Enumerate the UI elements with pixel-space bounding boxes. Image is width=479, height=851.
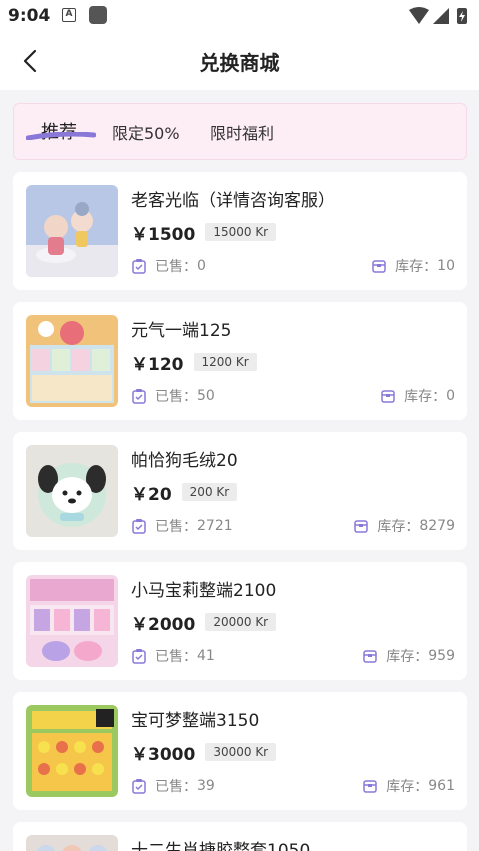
stock-value: 959: [428, 648, 455, 664]
product-name: 宝可梦整端3150: [131, 711, 260, 731]
sold-count: 已售： 0: [131, 256, 206, 276]
product-card[interactable]: 宝可梦整端3150 ￥3000 30000 Kr 已售： 39 库存： 961: [13, 692, 467, 810]
product-card[interactable]: 小马宝莉整端2100 ￥2000 20000 Kr 已售： 41 库存： 959: [13, 562, 467, 680]
stock-label: 库存：: [377, 519, 420, 535]
status-time: 9:04: [8, 6, 51, 26]
stock-count: 库存： 0: [380, 386, 455, 406]
nav-bar: 兑换商城: [0, 32, 479, 90]
stock-icon: [354, 520, 369, 533]
app-square-icon: [89, 6, 107, 24]
kr-badge: 15000 Kr: [205, 223, 277, 241]
kr-badge: 200 Kr: [181, 483, 238, 501]
stock-icon: [381, 390, 395, 403]
stock-icon: [363, 650, 378, 663]
stock-count: 库存： 959: [362, 646, 455, 666]
sold-icon: [132, 779, 146, 794]
wifi-icon: [409, 7, 429, 24]
sold-value: 2721: [197, 518, 233, 534]
product-card[interactable]: 老客光临（详情咨询客服） ￥1500 15000 Kr 已售： 0 库存： 10: [13, 172, 467, 290]
product-price: ￥2000: [131, 614, 196, 635]
product-card[interactable]: 十二生肖搪胶整套1050: [13, 822, 467, 851]
product-price: ￥3000: [131, 744, 196, 765]
tab-time-limited[interactable]: 限时福利: [210, 120, 274, 144]
product-card[interactable]: 元气一端125 ￥120 1200 Kr 已售： 50 库存： 0: [13, 302, 467, 420]
page-title: 兑换商城: [199, 51, 280, 75]
sold-value: 39: [197, 778, 215, 794]
stock-value: 10: [437, 258, 455, 274]
kr-badge: 1200 Kr: [193, 353, 257, 371]
app-notification-icon: A: [62, 8, 76, 22]
status-icons: [409, 7, 467, 24]
product-name: 十二生肖搪胶整套1050: [131, 841, 311, 851]
sold-value: 50: [197, 388, 215, 404]
product-name: 小马宝莉整端2100: [131, 581, 277, 601]
sold-count: 已售： 39: [131, 776, 215, 796]
sold-label: 已售：: [155, 779, 197, 795]
sold-label: 已售：: [155, 519, 197, 535]
product-name: 老客光临（详情咨询客服）: [131, 191, 335, 211]
stock-icon: [372, 260, 386, 273]
product-price: ￥120: [131, 354, 184, 375]
product-image: [26, 445, 118, 537]
product-price: ￥1500: [131, 224, 196, 245]
sold-value: 41: [197, 648, 215, 664]
product-price: ￥20: [131, 484, 172, 505]
stock-label: 库存：: [386, 649, 429, 665]
product-image: [26, 315, 118, 407]
stock-icon: [363, 780, 378, 793]
price-row: ￥20 200 Kr: [131, 480, 238, 505]
price-row: ￥120 1200 Kr: [131, 350, 257, 375]
stock-count: 库存： 961: [362, 776, 455, 796]
price-row: ￥1500 15000 Kr: [131, 220, 277, 245]
signal-icon: [433, 8, 449, 24]
sold-label: 已售：: [155, 389, 197, 405]
product-name: 元气一端125: [131, 321, 232, 341]
product-image: [26, 575, 118, 667]
sold-value: 0: [197, 258, 206, 274]
sold-label: 已售：: [155, 259, 197, 275]
active-tab-indicator: [26, 132, 96, 140]
stock-value: 0: [446, 388, 455, 404]
kr-badge: 20000 Kr: [205, 613, 277, 631]
stock-value: 961: [428, 778, 455, 794]
stock-label: 库存：: [395, 259, 438, 275]
tab-limited-50[interactable]: 限定50%: [112, 120, 180, 144]
sold-count: 已售： 50: [131, 386, 215, 406]
price-row: ￥3000 30000 Kr: [131, 740, 277, 765]
tab-recommended[interactable]: 推荐: [41, 118, 77, 144]
stock-label: 库存：: [386, 779, 429, 795]
product-name: 帕恰狗毛绒20: [131, 451, 238, 471]
price-row: ￥2000 20000 Kr: [131, 610, 277, 635]
stock-label: 库存：: [404, 389, 447, 405]
stock-count: 库存： 10: [371, 256, 455, 276]
stock-value: 8279: [419, 518, 455, 534]
sold-count: 已售： 41: [131, 646, 215, 666]
product-image: [26, 185, 118, 277]
sold-icon: [132, 519, 146, 534]
sold-count: 已售： 2721: [131, 516, 233, 536]
product-image: [26, 835, 118, 851]
sold-icon: [132, 259, 146, 274]
stock-count: 库存： 8279: [353, 516, 455, 536]
sold-icon: [132, 389, 146, 404]
product-image: [26, 705, 118, 797]
sold-icon: [132, 649, 146, 664]
product-card[interactable]: 帕恰狗毛绒20 ￥20 200 Kr 已售： 2721 库存： 8279: [13, 432, 467, 550]
status-bar: 9:04 A: [0, 0, 479, 32]
sold-label: 已售：: [155, 649, 197, 665]
kr-badge: 30000 Kr: [205, 743, 277, 761]
